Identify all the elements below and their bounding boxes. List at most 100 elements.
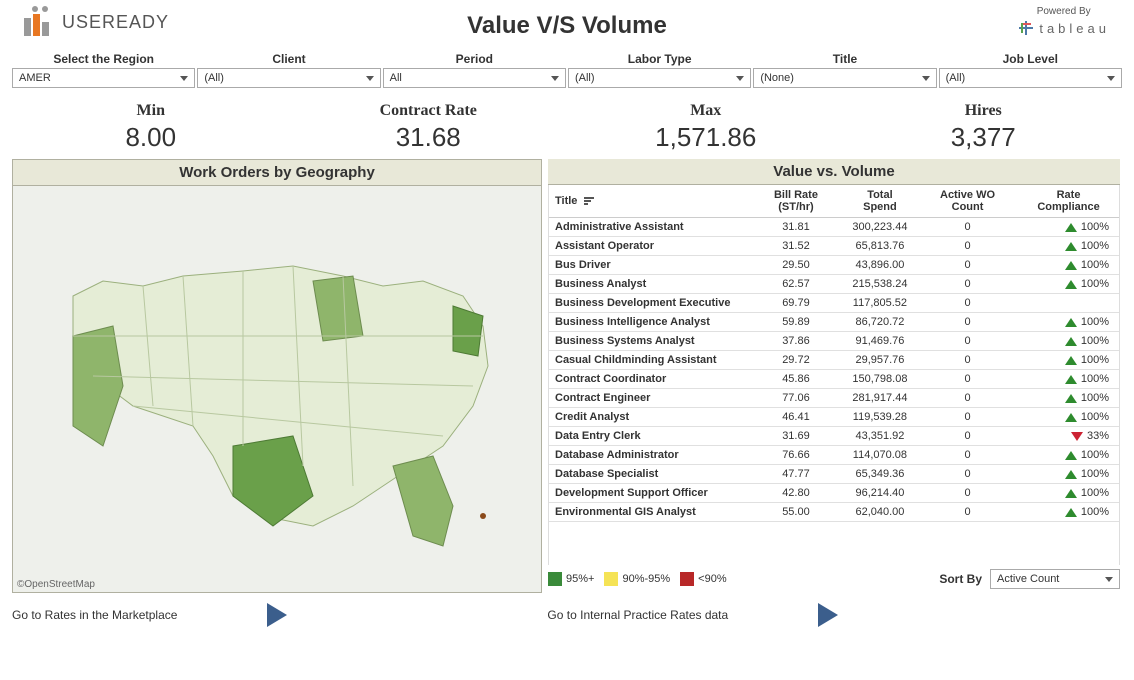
cell-compliance: 100% [1018, 370, 1119, 389]
table-row[interactable]: Business Development Executive69.79117,8… [549, 294, 1119, 313]
cell-compliance: 100% [1018, 332, 1119, 351]
col-title-label: Title [555, 195, 577, 207]
filter-dropdown-1[interactable]: (All) [197, 68, 380, 88]
table-row[interactable]: Contract Engineer77.06281,917.440100% [549, 389, 1119, 408]
table-row[interactable]: Business Analyst62.57215,538.240100% [549, 275, 1119, 294]
cell-rate: 31.81 [749, 218, 843, 237]
cell-spend: 300,223.44 [843, 218, 917, 237]
cell-title: Development Support Officer [549, 484, 749, 503]
triangle-up-icon [1065, 394, 1077, 403]
table-row[interactable]: Contract Coordinator45.86150,798.080100% [549, 370, 1119, 389]
link-internal[interactable]: Go to Internal Practice Rates data [547, 608, 728, 622]
kpi-min-label: Min [12, 102, 290, 120]
filter-dropdown-2[interactable]: All [383, 68, 566, 88]
cell-spend: 215,538.24 [843, 275, 917, 294]
col-bill-rate[interactable]: Bill Rate (ST/hr) [749, 185, 843, 218]
table-row[interactable]: Database Administrator76.66114,070.08010… [549, 446, 1119, 465]
cell-wo: 0 [917, 313, 1018, 332]
filter-group-2: PeriodAll [383, 52, 566, 88]
cell-wo: 0 [917, 256, 1018, 275]
table-row[interactable]: Database Specialist47.7765,349.360100% [549, 465, 1119, 484]
filter-group-5: Job Level (All) [939, 52, 1122, 88]
cell-wo: 0 [917, 294, 1018, 313]
map-panel-title: Work Orders by Geography [13, 160, 541, 186]
triangle-up-icon [1065, 242, 1077, 251]
table-row[interactable]: Business Intelligence Analyst59.8986,720… [549, 313, 1119, 332]
cell-rate: 46.41 [749, 408, 843, 427]
play-arrow-icon[interactable] [818, 603, 838, 627]
table-row[interactable]: Casual Childminding Assistant29.7229,957… [549, 351, 1119, 370]
cell-rate: 42.80 [749, 484, 843, 503]
table-row[interactable]: Administrative Assistant31.81300,223.440… [549, 218, 1119, 237]
link-marketplace[interactable]: Go to Rates in the Marketplace [12, 608, 177, 622]
filter-dropdown-0[interactable]: AMER [12, 68, 195, 88]
sort-icon[interactable] [584, 196, 594, 206]
cell-wo: 0 [917, 408, 1018, 427]
cell-spend: 62,040.00 [843, 503, 917, 522]
filter-dropdown-4[interactable]: (None) [753, 68, 936, 88]
table-scroll[interactable]: Title Bill Rate (ST/hr) Total Spend Acti… [548, 185, 1120, 565]
cell-rate: 62.57 [749, 275, 843, 294]
cell-wo: 0 [917, 351, 1018, 370]
filter-dropdown-5[interactable]: (All) [939, 68, 1122, 88]
chevron-down-icon [736, 76, 744, 81]
cell-wo: 0 [917, 484, 1018, 503]
filter-label: Select the Region [53, 52, 154, 66]
triangle-up-icon [1065, 337, 1077, 346]
triangle-up-icon [1065, 489, 1077, 498]
col-rate-compliance[interactable]: Rate Compliance [1018, 185, 1119, 218]
filter-value: (All) [946, 72, 966, 84]
col-title[interactable]: Title [549, 185, 749, 218]
cell-compliance: 100% [1018, 275, 1119, 294]
table-row[interactable]: Assistant Operator31.5265,813.760100% [549, 237, 1119, 256]
sort-by-value: Active Count [997, 573, 1059, 585]
triangle-up-icon [1065, 451, 1077, 460]
filter-value: (All) [204, 72, 224, 84]
play-arrow-icon[interactable] [267, 603, 287, 627]
platform-name: tableau [1039, 21, 1110, 36]
kpi-max-label: Max [567, 102, 845, 120]
cell-spend: 150,798.08 [843, 370, 917, 389]
cell-rate: 47.77 [749, 465, 843, 484]
cell-spend: 119,539.28 [843, 408, 917, 427]
cell-title: Business Systems Analyst [549, 332, 749, 351]
cell-rate: 77.06 [749, 389, 843, 408]
cell-title: Contract Engineer [549, 389, 749, 408]
cell-compliance [1018, 294, 1119, 313]
brand-name: USEREADY [62, 12, 169, 33]
map-body[interactable]: ©OpenStreetMap [13, 186, 541, 592]
filter-group-3: Labor Type(All) [568, 52, 751, 88]
cell-rate: 37.86 [749, 332, 843, 351]
filter-label: Job Level [1003, 52, 1058, 66]
cell-compliance: 100% [1018, 351, 1119, 370]
table-row[interactable]: Bus Driver29.5043,896.000100% [549, 256, 1119, 275]
us-map-icon [13, 186, 541, 592]
cell-wo: 0 [917, 218, 1018, 237]
cell-wo: 0 [917, 389, 1018, 408]
cell-compliance: 100% [1018, 484, 1119, 503]
table-row[interactable]: Business Systems Analyst37.8691,469.7601… [549, 332, 1119, 351]
cell-compliance: 100% [1018, 465, 1119, 484]
legend-green: 95%+ [548, 572, 594, 586]
chevron-down-icon [551, 76, 559, 81]
sort-by-dropdown[interactable]: Active Count [990, 569, 1120, 589]
filter-label: Client [272, 52, 305, 66]
cell-compliance: 100% [1018, 218, 1119, 237]
table-row[interactable]: Environmental GIS Analyst55.0062,040.000… [549, 503, 1119, 522]
col-active-wo[interactable]: Active WO Count [917, 185, 1018, 218]
swatch-yellow-icon [604, 572, 618, 586]
table-row[interactable]: Data Entry Clerk31.6943,351.92033% [549, 427, 1119, 446]
filter-dropdown-3[interactable]: (All) [568, 68, 751, 88]
chevron-down-icon [366, 76, 374, 81]
map-attribution: ©OpenStreetMap [17, 579, 95, 590]
chevron-down-icon [180, 76, 188, 81]
col-total-spend[interactable]: Total Spend [843, 185, 917, 218]
filter-group-1: Client (All) [197, 52, 380, 88]
kpi-max: Max 1,571.86 [567, 102, 845, 153]
cell-rate: 76.66 [749, 446, 843, 465]
table-row[interactable]: Development Support Officer42.8096,214.4… [549, 484, 1119, 503]
table-row[interactable]: Credit Analyst46.41119,539.280100% [549, 408, 1119, 427]
chevron-down-icon [922, 76, 930, 81]
legend-red: <90% [680, 572, 726, 586]
filter-group-0: Select the Region AMER [12, 52, 195, 88]
